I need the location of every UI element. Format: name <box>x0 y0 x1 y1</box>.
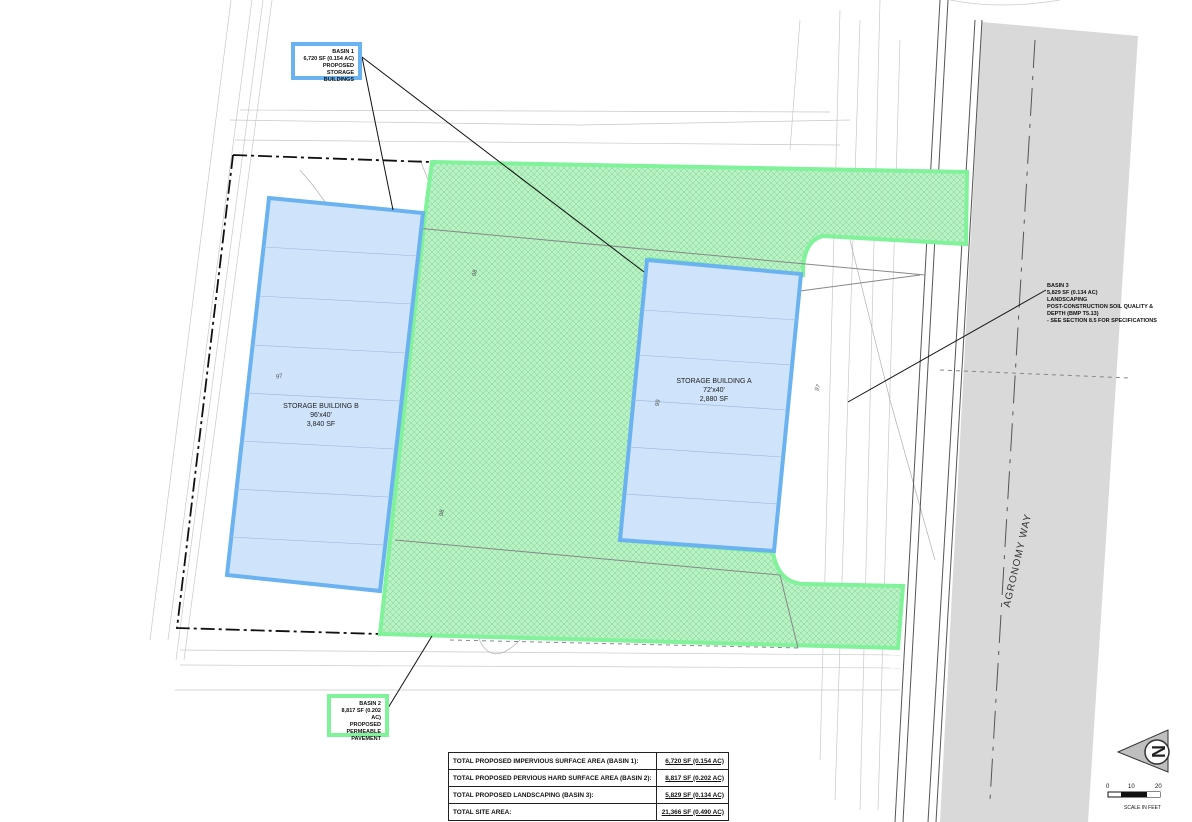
scale-tick-20: 20 <box>1155 784 1162 790</box>
scale-label: SCALE IN FEET <box>1124 805 1161 811</box>
row-label: TOTAL PROPOSED PERVIOUS HARD SURFACE ARE… <box>447 769 658 787</box>
contour-label: 97 <box>275 373 284 381</box>
road-pavement <box>940 22 1138 822</box>
basin3-desc-2: POST-CONSTRUCTION SOIL QUALITY & <box>1047 304 1154 310</box>
row-value: 5,829 SF (0.134 AC) <box>656 786 729 804</box>
basin1-desc-2: BUILDINGS <box>323 77 354 83</box>
site-plan-drawing: N <box>149 0 1170 822</box>
building-a-name: STORAGE BUILDING A <box>676 378 752 385</box>
row-label: TOTAL SITE AREA: <box>447 803 658 821</box>
basin2-callout: BASIN 2 8,817 SF (0.202 AC) PROPOSED PER… <box>327 694 389 742</box>
basin3-area: 5,829 SF (0.134 AC) <box>1047 290 1098 296</box>
basin1-desc-1: PROPOSED STORAGE <box>322 63 354 76</box>
row-value: 8,817 SF (0.202 AC) <box>656 769 729 787</box>
basin3-desc-3: DEPTH (BMP T5.13) <box>1047 311 1099 317</box>
table-row: TOTAL SITE AREA: 21,366 SF (0.490 AC) <box>447 803 729 821</box>
table-row: TOTAL PROPOSED PERVIOUS HARD SURFACE ARE… <box>447 769 729 787</box>
basin3-callout: BASIN 3 5,829 SF (0.134 AC) LANDSCAPING … <box>1047 283 1167 328</box>
scale-tick-0: 0 <box>1106 784 1110 790</box>
table-row: TOTAL PROPOSED IMPERVIOUS SURFACE AREA (… <box>447 752 729 770</box>
north-arrow-letter: N <box>1149 745 1169 758</box>
scale-bar <box>1107 791 1161 798</box>
area-summary-table: TOTAL PROPOSED IMPERVIOUS SURFACE AREA (… <box>447 752 729 821</box>
building-a-area: 2,880 SF <box>699 396 729 403</box>
row-label: TOTAL PROPOSED LANDSCAPING (BASIN 3): <box>447 786 658 804</box>
basin3-desc-4: - SEE SECTION 8.5 FOR SPECIFICATIONS <box>1047 318 1157 324</box>
building-b-dimensions: 96'x40' <box>310 412 332 419</box>
basin2-area: 8,817 SF (0.202 AC) <box>341 708 381 721</box>
table-row: TOTAL PROPOSED LANDSCAPING (BASIN 3): 5,… <box>447 786 729 804</box>
basin1-title: BASIN 1 <box>332 49 354 55</box>
basin2-desc-1: PROPOSED <box>349 722 381 728</box>
building-b-label: STORAGE BUILDING B 96'x40' 3,840 SF <box>261 402 381 429</box>
basin2-desc-2: PERMEABLE <box>346 729 381 735</box>
row-value: 21,366 SF (0.490 AC) <box>656 803 729 821</box>
basin2-desc-3: PAVEMENT <box>351 736 381 742</box>
basin1-area: 6,720 SF (0.154 AC) <box>303 56 354 62</box>
scale-tick-10: 10 <box>1128 784 1135 790</box>
row-value: 6,720 SF (0.154 AC) <box>656 752 729 770</box>
basin3-title: BASIN 3 <box>1047 283 1069 289</box>
basin1-callout: BASIN 1 6,720 SF (0.154 AC) PROPOSED STO… <box>291 42 362 83</box>
building-a-dimensions: 72'x40' <box>703 387 725 394</box>
basin2-title: BASIN 2 <box>359 701 381 707</box>
building-b-name: STORAGE BUILDING B <box>283 403 359 410</box>
building-a-label: STORAGE BUILDING A 72'x40' 2,880 SF <box>654 377 774 404</box>
basin3-desc-1: LANDSCAPING <box>1047 297 1088 303</box>
row-label: TOTAL PROPOSED IMPERVIOUS SURFACE AREA (… <box>447 752 658 770</box>
storage-building-a <box>617 257 804 554</box>
building-b-area: 3,840 SF <box>306 421 336 428</box>
